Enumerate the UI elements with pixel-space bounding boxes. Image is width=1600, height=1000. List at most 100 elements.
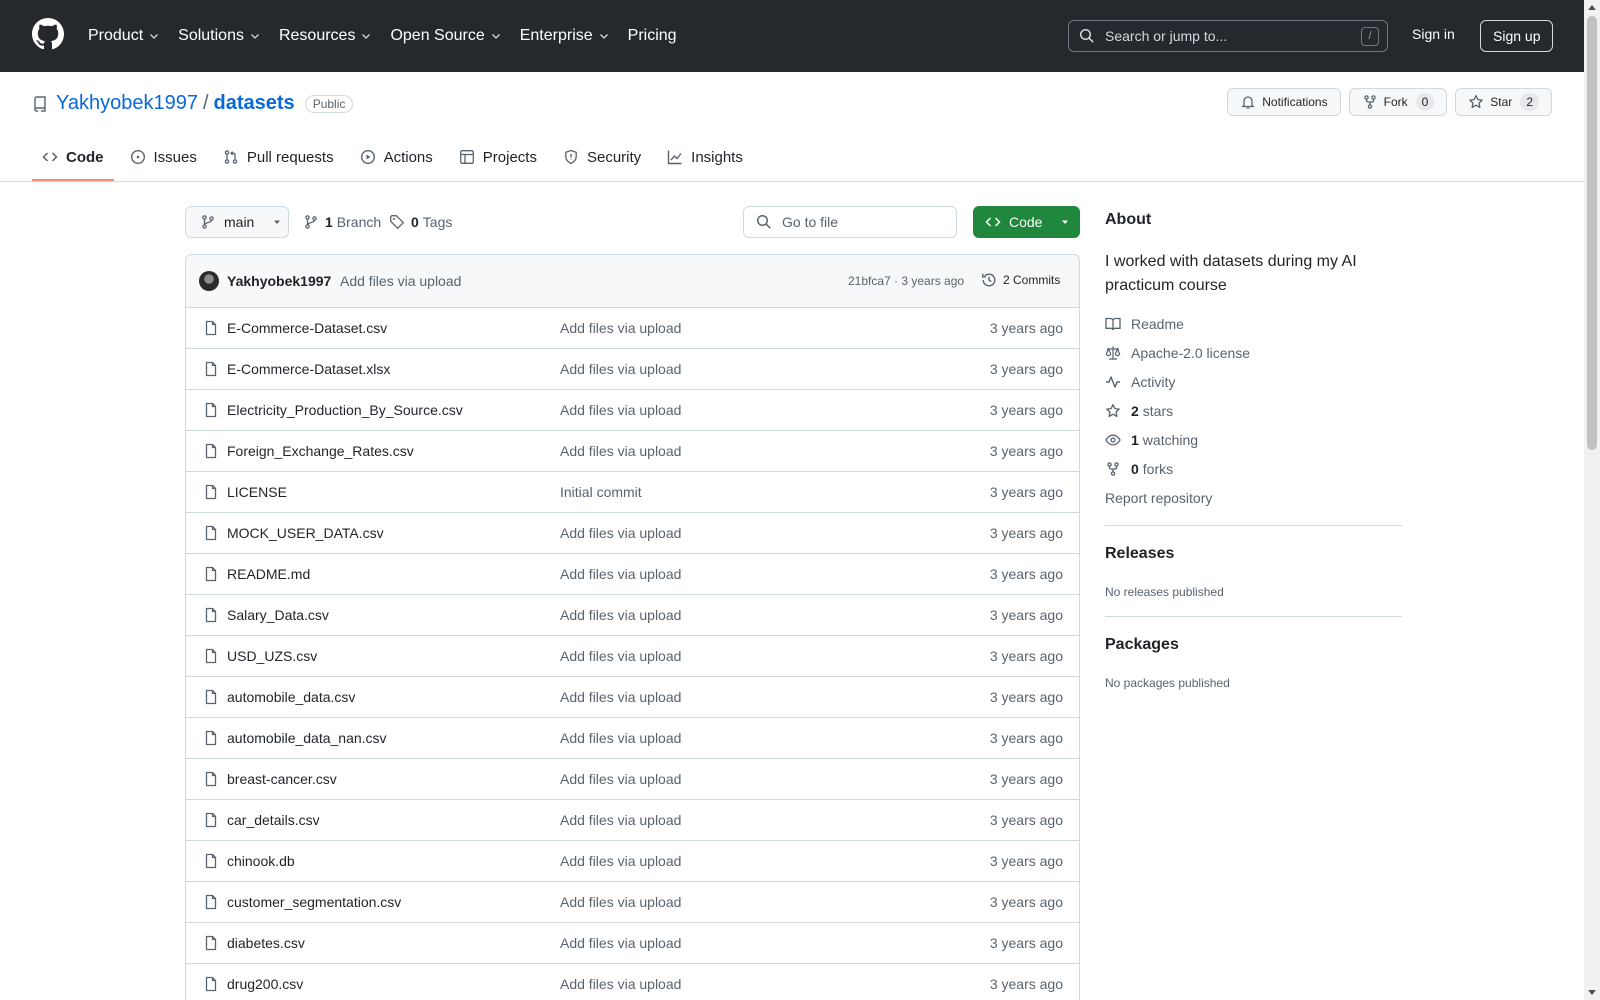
packages-heading[interactable]: Packages — [1105, 636, 1179, 654]
file-row[interactable]: drug200.csv Add files via upload 3 years a… — [186, 964, 1079, 1000]
file-commit-message[interactable]: Add files via upload — [560, 443, 681, 459]
file-commit-message[interactable]: Add files via upload — [560, 525, 681, 541]
file-name-link[interactable]: Salary_Data.csv — [227, 607, 329, 623]
file-name-link[interactable]: car_details.csv — [227, 812, 320, 828]
file-row[interactable]: E-Commerce-Dataset.csv Add files via uplo… — [186, 308, 1079, 349]
file-name-link[interactable]: Electricity_Production_By_Source.csv — [227, 402, 463, 418]
releases-heading[interactable]: Releases — [1105, 545, 1174, 563]
forks-link[interactable]: 0 forks — [1105, 461, 1173, 477]
tab-projects[interactable]: Projects — [449, 134, 547, 180]
branch-icon — [200, 214, 216, 230]
file-name-link[interactable]: E-Commerce-Dataset.xlsx — [227, 361, 390, 377]
file-name-link[interactable]: breast-cancer.csv — [227, 771, 337, 787]
sign-in-link[interactable]: Sign in — [1412, 26, 1455, 42]
file-name-link[interactable]: customer_segmentation.csv — [227, 894, 401, 910]
file-row[interactable]: README.md Add files via upload 3 years ago — [186, 554, 1079, 595]
license-link[interactable]: Apache-2.0 license — [1105, 345, 1250, 361]
nav-pricing[interactable]: Pricing — [628, 27, 677, 45]
file-commit-message[interactable]: Add files via upload — [560, 853, 681, 869]
file-name-link[interactable]: automobile_data.csv — [227, 689, 355, 705]
scroll-up-arrow-icon[interactable] — [1588, 5, 1596, 10]
page-scrollbar[interactable] — [1584, 0, 1600, 1000]
file-commit-message[interactable]: Add files via upload — [560, 320, 681, 336]
file-row[interactable]: Electricity_Production_By_Source.csv Add … — [186, 390, 1079, 431]
commit-author[interactable]: Yakhyobek1997 — [227, 273, 331, 289]
nav-solutions[interactable]: Solutions — [178, 27, 261, 45]
file-commit-message[interactable]: Add files via upload — [560, 812, 681, 828]
file-row[interactable]: LICENSE Initial commit 3 years ago — [186, 472, 1079, 513]
branches-link[interactable]: 1 Branch — [303, 214, 381, 230]
readme-link[interactable]: Readme — [1105, 316, 1184, 332]
file-commit-message[interactable]: Add files via upload — [560, 935, 681, 951]
watching-link[interactable]: 1 watching — [1105, 432, 1198, 448]
tab-pull-requests[interactable]: Pull requests — [213, 134, 344, 180]
file-name-link[interactable]: LICENSE — [227, 484, 287, 500]
commit-message[interactable]: Add files via upload — [340, 273, 461, 289]
file-commit-message[interactable]: Add files via upload — [560, 976, 681, 992]
file-name-link[interactable]: USD_UZS.csv — [227, 648, 317, 664]
avatar[interactable] — [199, 271, 219, 291]
stars-link[interactable]: 2 stars — [1105, 403, 1173, 419]
code-dropdown-button[interactable]: Code — [973, 206, 1080, 238]
file-commit-message[interactable]: Add files via upload — [560, 607, 681, 623]
go-to-file-input[interactable]: Go to file — [743, 206, 957, 238]
file-name-link[interactable]: README.md — [227, 566, 310, 582]
github-logo-icon[interactable] — [32, 18, 64, 50]
sign-up-button[interactable]: Sign up — [1480, 20, 1554, 52]
nav-product[interactable]: Product — [88, 27, 160, 45]
file-commit-message[interactable]: Add files via upload — [560, 894, 681, 910]
file-row[interactable]: breast-cancer.csv Add files via upload 3 y… — [186, 759, 1079, 800]
tags-link[interactable]: 0 Tags — [389, 214, 452, 230]
nav-enterprise[interactable]: Enterprise — [520, 27, 610, 45]
file-name-link[interactable]: MOCK_USER_DATA.csv — [227, 525, 384, 541]
file-row[interactable]: Foreign_Exchange_Rates.csv Add files via … — [186, 431, 1079, 472]
scroll-down-arrow-icon[interactable] — [1588, 990, 1596, 995]
file-icon — [203, 730, 219, 746]
file-commit-message[interactable]: Add files via upload — [560, 566, 681, 582]
file-row[interactable]: customer_segmentation.csv Add files via u… — [186, 882, 1079, 923]
repo-name-link[interactable]: datasets — [214, 92, 295, 115]
file-row[interactable]: chinook.db Add files via upload 3 years ag… — [186, 841, 1079, 882]
file-commit-message[interactable]: Initial commit — [560, 484, 642, 500]
nav-open-source[interactable]: Open Source — [390, 27, 501, 45]
file-commit-message[interactable]: Add files via upload — [560, 402, 681, 418]
global-search-input[interactable]: Search or jump to... / — [1068, 20, 1388, 52]
file-name-link[interactable]: diabetes.csv — [227, 935, 305, 951]
file-commit-message[interactable]: Add files via upload — [560, 361, 681, 377]
file-row[interactable]: MOCK_USER_DATA.csv Add files via upload 3 … — [186, 513, 1079, 554]
file-row[interactable]: USD_UZS.csv Add files via upload 3 years a… — [186, 636, 1079, 677]
file-name-link[interactable]: E-Commerce-Dataset.csv — [227, 320, 387, 336]
file-row[interactable]: automobile_data.csv Add files via upload 3… — [186, 677, 1079, 718]
file-row[interactable]: automobile_data_nan.csv Add files via upl… — [186, 718, 1079, 759]
code-button-label: Code — [1009, 214, 1043, 230]
file-row[interactable]: diabetes.csv Add files via upload 3 years … — [186, 923, 1079, 964]
file-name-link[interactable]: drug200.csv — [227, 976, 303, 992]
file-name-link[interactable]: chinook.db — [227, 853, 295, 869]
report-repository-link[interactable]: Report repository — [1105, 490, 1212, 506]
tab-security[interactable]: Security — [553, 134, 651, 180]
commit-meta[interactable]: 21bfca7 · 3 years ago — [848, 274, 964, 288]
file-commit-message[interactable]: Add files via upload — [560, 648, 681, 664]
activity-link[interactable]: Activity — [1105, 374, 1175, 390]
tab-insights[interactable]: Insights — [657, 134, 753, 180]
scrollbar-thumb[interactable] — [1587, 16, 1597, 450]
repo-tabs: Code Issues Pull requests Actions Projec… — [32, 134, 759, 182]
branch-selector[interactable]: main — [185, 206, 289, 238]
fork-button[interactable]: Fork 0 — [1348, 88, 1448, 116]
file-commit-message[interactable]: Add files via upload — [560, 771, 681, 787]
repo-owner-link[interactable]: Yakhyobek1997 — [56, 92, 198, 115]
file-commit-message[interactable]: Add files via upload — [560, 689, 681, 705]
commits-link[interactable]: 2 Commits — [981, 272, 1060, 288]
nav-resources[interactable]: Resources — [279, 27, 372, 45]
tab-issues[interactable]: Issues — [120, 134, 207, 180]
file-name-link[interactable]: Foreign_Exchange_Rates.csv — [227, 443, 414, 459]
file-name-link[interactable]: automobile_data_nan.csv — [227, 730, 387, 746]
file-row[interactable]: E-Commerce-Dataset.xlsx Add files via upl… — [186, 349, 1079, 390]
notifications-button[interactable]: Notifications — [1227, 88, 1341, 116]
tab-code[interactable]: Code — [32, 134, 114, 181]
file-row[interactable]: car_details.csv Add files via upload 3 yea… — [186, 800, 1079, 841]
tab-actions[interactable]: Actions — [350, 134, 443, 180]
file-row[interactable]: Salary_Data.csv Add files via upload 3 yea… — [186, 595, 1079, 636]
star-button[interactable]: Star 2 — [1455, 88, 1552, 116]
file-commit-message[interactable]: Add files via upload — [560, 730, 681, 746]
